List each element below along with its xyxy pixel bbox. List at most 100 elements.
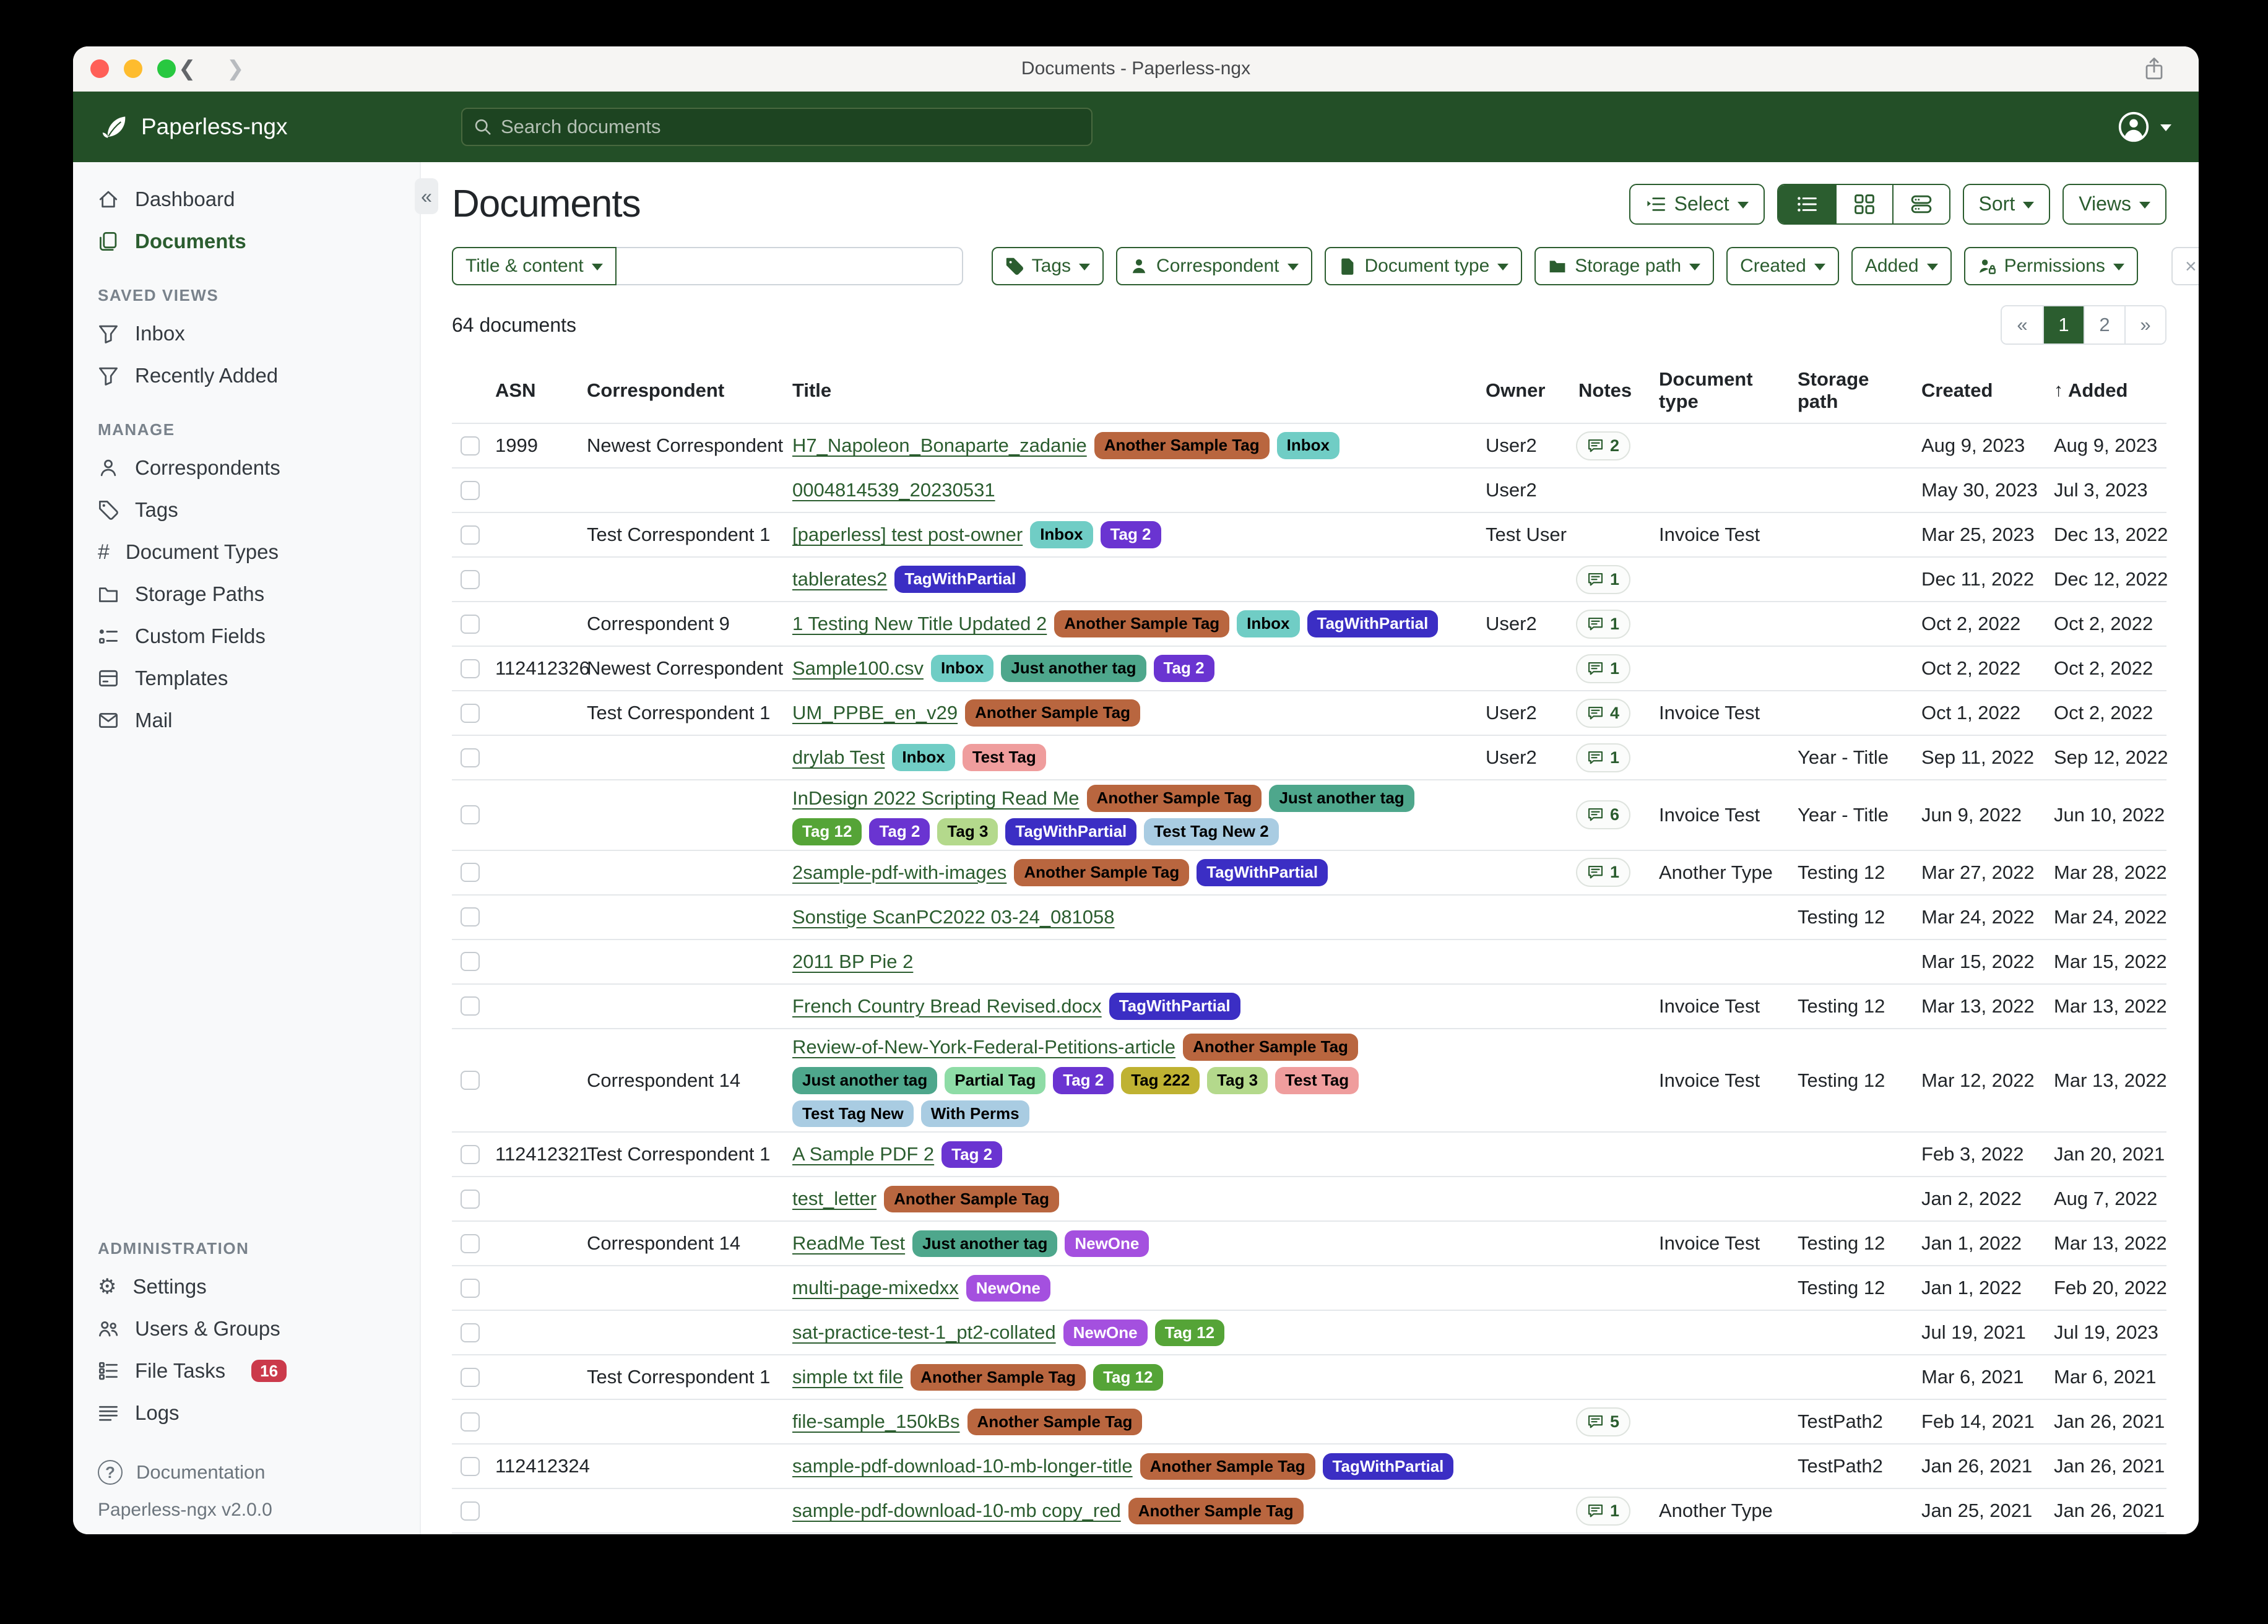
document-title-link[interactable]: multi-page-mixedxx — [792, 1277, 959, 1299]
document-title-link[interactable]: 2011 BP Pie 2 — [792, 951, 913, 973]
tag-badge[interactable]: Inbox — [931, 655, 993, 682]
share-icon[interactable] — [2142, 46, 2166, 91]
tag-badge[interactable]: Tag 12 — [1093, 1364, 1162, 1391]
view-grid-button[interactable] — [1835, 185, 1892, 223]
column-header-storage-path[interactable]: Storage path — [1789, 368, 1913, 413]
filter-button-correspondent[interactable]: Correspondent — [1116, 247, 1312, 285]
row-checkbox[interactable] — [461, 907, 480, 926]
sidebar-collapse-button[interactable]: « — [415, 178, 438, 214]
tag-badge[interactable]: TagWithPartial — [1197, 859, 1328, 886]
row-checkbox[interactable] — [461, 1457, 480, 1476]
document-title-link[interactable]: French Country Bread Revised.docx — [792, 995, 1102, 1017]
tag-badge[interactable]: Test Tag — [963, 744, 1046, 771]
notes-badge[interactable]: 5 — [1576, 1407, 1630, 1436]
tag-badge[interactable]: Another Sample Tag — [911, 1364, 1086, 1391]
row-checkbox[interactable] — [461, 1279, 480, 1298]
document-title-link[interactable]: A Sample PDF 2 — [792, 1143, 934, 1165]
minimize-window-button[interactable] — [124, 59, 142, 78]
tag-badge[interactable]: Another Sample Tag — [965, 699, 1140, 727]
tag-badge[interactable]: Another Sample Tag — [1140, 1453, 1315, 1480]
browser-forward-icon[interactable]: ❯ — [227, 46, 245, 91]
tag-badge[interactable]: TagWithPartial — [1307, 610, 1439, 637]
tag-badge[interactable]: Just another tag — [912, 1230, 1057, 1258]
tag-badge[interactable]: Tag 12 — [1155, 1320, 1224, 1347]
document-title-link[interactable]: Sample100.csv — [792, 657, 924, 680]
tag-badge[interactable]: Another Sample Tag — [1054, 610, 1229, 637]
sidebar-item-recently-added[interactable]: Recently Added — [73, 355, 420, 397]
sidebar-item-inbox[interactable]: Inbox — [73, 313, 420, 355]
column-header-correspondent[interactable]: Correspondent — [578, 379, 784, 402]
tag-badge[interactable]: TagWithPartial — [1005, 818, 1136, 845]
sort-button[interactable]: Sort — [1963, 184, 2051, 225]
tag-badge[interactable]: Tag 3 — [937, 818, 998, 845]
pagination-page-1[interactable]: 1 — [2043, 306, 2084, 343]
filter-button-added[interactable]: Added — [1851, 247, 1952, 285]
document-title-link[interactable]: sat-practice-test-1_pt2-collated — [792, 1321, 1056, 1344]
notes-badge[interactable]: 1 — [1576, 858, 1630, 887]
notes-badge[interactable]: 4 — [1576, 699, 1630, 728]
brand[interactable]: Paperless-ngx — [100, 113, 288, 141]
row-checkbox[interactable] — [461, 1190, 480, 1209]
pagination-page-2[interactable]: 2 — [2084, 306, 2124, 343]
tag-badge[interactable]: Tag 2 — [1154, 655, 1214, 682]
document-title-link[interactable]: tablerates2 — [792, 568, 887, 590]
tag-badge[interactable]: Inbox — [1237, 610, 1299, 637]
tag-badge[interactable]: Inbox — [892, 744, 954, 771]
document-title-link[interactable]: drylab Test — [792, 746, 885, 769]
row-checkbox[interactable] — [461, 996, 480, 1016]
tag-badge[interactable]: Just another tag — [1269, 785, 1414, 812]
correspondent-cell[interactable]: Newest Correspondent — [578, 434, 784, 457]
row-checkbox[interactable] — [461, 570, 480, 589]
view-detail-button[interactable] — [1892, 185, 1949, 223]
zoom-window-button[interactable] — [157, 59, 176, 78]
document-title-link[interactable]: H7_Napoleon_Bonaparte_zadanie — [792, 434, 1087, 457]
document-title-link[interactable]: [paperless] test post-owner — [792, 524, 1023, 546]
tag-badge[interactable]: TagWithPartial — [894, 566, 1026, 593]
filter-button-created[interactable]: Created — [1726, 247, 1839, 285]
document-title-link[interactable]: file-sample_150kBs — [792, 1410, 960, 1433]
tag-badge[interactable]: Tag 2 — [869, 818, 930, 845]
document-title-link[interactable]: ReadMe Test — [792, 1232, 905, 1255]
title-content-dropdown[interactable]: Title & content — [452, 247, 617, 285]
row-checkbox[interactable] — [461, 1412, 480, 1432]
document-title-link[interactable]: Sonstige ScanPC2022 03-24_081058 — [792, 906, 1115, 928]
sidebar-item-users-groups[interactable]: Users & Groups — [73, 1308, 420, 1350]
column-header-notes[interactable]: Notes — [1570, 379, 1650, 402]
document-title-link[interactable]: test_letter — [792, 1188, 876, 1210]
row-checkbox[interactable] — [461, 1234, 480, 1253]
row-checkbox[interactable] — [461, 805, 480, 824]
sidebar-item-documents[interactable]: Documents — [73, 220, 420, 262]
title-content-input[interactable] — [617, 247, 963, 285]
tag-badge[interactable]: Test Tag New 2 — [1144, 818, 1278, 845]
tag-badge[interactable]: Tag 12 — [792, 818, 862, 845]
row-checkbox[interactable] — [461, 481, 480, 500]
reset-filters-button[interactable]: × Reset filters — [2171, 247, 2199, 285]
tag-badge[interactable]: Just another tag — [1001, 655, 1146, 682]
correspondent-cell[interactable]: Correspondent 14 — [578, 1232, 784, 1255]
tag-badge[interactable]: Inbox — [1277, 432, 1340, 459]
column-header-owner[interactable]: Owner — [1477, 379, 1570, 402]
select-button[interactable]: Select — [1629, 184, 1765, 225]
notes-badge[interactable]: 1 — [1576, 565, 1630, 594]
sidebar-item-tags[interactable]: Tags — [73, 489, 420, 531]
row-checkbox[interactable] — [461, 1501, 480, 1521]
row-checkbox[interactable] — [461, 748, 480, 767]
tag-badge[interactable]: Partial Tag — [945, 1067, 1045, 1094]
tag-badge[interactable]: Tag 2 — [1053, 1067, 1114, 1094]
tag-badge[interactable]: Tag 222 — [1121, 1067, 1200, 1094]
sidebar-item-correspondents[interactable]: Correspondents — [73, 447, 420, 489]
sidebar-item-file-tasks[interactable]: File Tasks16 — [73, 1350, 420, 1392]
sidebar-item-settings[interactable]: ⚙Settings — [73, 1266, 420, 1308]
sidebar-item-dashboard[interactable]: Dashboard — [73, 178, 420, 220]
search-bar[interactable] — [461, 108, 1093, 146]
correspondent-cell[interactable]: Newest Correspondent — [578, 657, 784, 680]
notes-badge[interactable]: 2 — [1576, 431, 1630, 460]
row-checkbox[interactable] — [461, 704, 480, 723]
tag-badge[interactable]: Test Tag New — [792, 1100, 914, 1128]
close-window-button[interactable] — [90, 59, 109, 78]
correspondent-cell[interactable]: Test Correspondent 1 — [578, 702, 784, 724]
tag-badge[interactable]: TagWithPartial — [1323, 1453, 1454, 1480]
search-input[interactable] — [501, 116, 1080, 138]
correspondent-cell[interactable]: Test Correspondent 1 — [578, 1366, 784, 1388]
correspondent-cell[interactable]: Test Correspondent 1 — [578, 1143, 784, 1165]
